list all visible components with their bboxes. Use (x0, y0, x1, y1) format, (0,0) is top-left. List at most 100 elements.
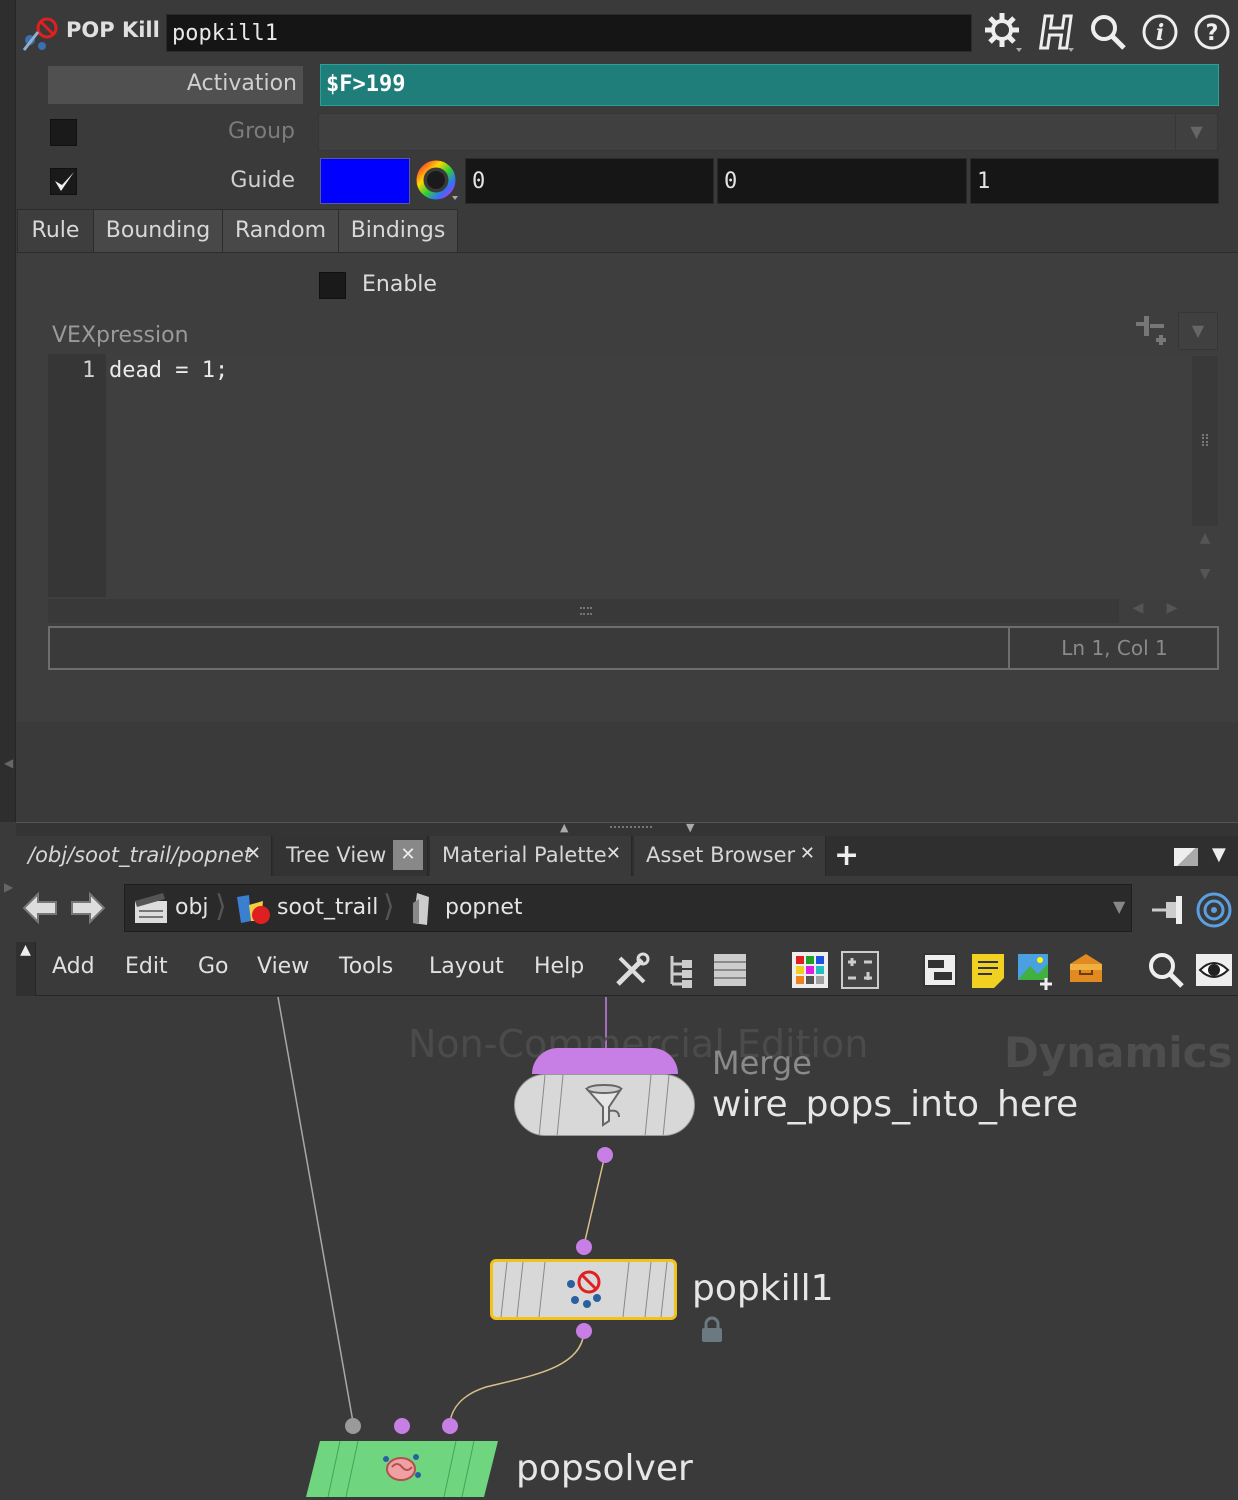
pop-kill-node-icon (20, 14, 60, 54)
tab-bounding[interactable]: Bounding (93, 209, 223, 253)
popsolver-input-dot-3[interactable] (442, 1418, 458, 1434)
find-node-search-icon[interactable] (1146, 950, 1186, 990)
guide-color-r-field[interactable]: 0 (465, 158, 714, 204)
checkmark-icon (55, 172, 74, 191)
maximize-pane-icon[interactable] (1174, 848, 1198, 866)
collapse-toolbar-arrow-icon[interactable]: ▲ (16, 942, 36, 996)
menu-tools[interactable]: Tools (339, 954, 393, 979)
pin-icon[interactable] (1150, 890, 1190, 930)
editor-horizontal-scrollbar[interactable] (48, 599, 1119, 623)
color-wheel-icon[interactable] (414, 158, 460, 204)
splitter-grip-icon (610, 826, 652, 831)
color-palette-icon[interactable] (790, 950, 830, 990)
scroll-right-arrow-icon[interactable]: ▶ (1158, 600, 1186, 622)
breadcrumb-soot-trail[interactable]: soot_trail (277, 895, 378, 920)
close-icon[interactable]: ✕ (246, 843, 261, 864)
tab-material-palette-label: Material Palette (442, 843, 607, 867)
background-image-icon[interactable] (1016, 950, 1056, 990)
tab-tree-view[interactable]: Tree View ✕ (274, 836, 428, 876)
guide-color-g-field[interactable]: 0 (717, 158, 967, 204)
node-name-field[interactable]: popkill1 (166, 14, 972, 52)
group-field[interactable]: ▼ (318, 113, 1218, 151)
tools-wrench-icon[interactable] (612, 950, 652, 990)
network-context-label: Dynamics (1004, 1028, 1233, 1077)
activation-field[interactable]: $F>199 (320, 64, 1219, 106)
vex-code-editor[interactable] (48, 354, 1220, 599)
help-icon[interactable]: ? (1190, 10, 1234, 54)
editor-vertical-scrollbar[interactable] (1192, 356, 1218, 526)
code-line-1[interactable]: dead = 1; (109, 358, 228, 383)
guide-color-swatch[interactable] (320, 158, 410, 204)
pane-splitter[interactable]: ▲ ▼ (16, 821, 1238, 836)
tree-layout-icon[interactable] (664, 950, 704, 990)
link-target-icon[interactable] (1194, 890, 1234, 930)
breadcrumb-popnet[interactable]: popnet (445, 895, 523, 920)
collapse-left-arrow-icon[interactable]: ▶ (4, 880, 13, 894)
popkill-node[interactable] (490, 1259, 677, 1320)
network-box-icon[interactable] (920, 950, 960, 990)
merge-node-name[interactable]: wire_pops_into_here (712, 1084, 1078, 1125)
snippet-menu-chevron-icon[interactable]: ▼ (1178, 312, 1218, 350)
forward-arrow-icon[interactable] (68, 888, 108, 928)
scroll-up-arrow-icon[interactable]: ▲ (1194, 530, 1216, 560)
tab-rule[interactable]: Rule (17, 209, 94, 253)
solver-brain-icon (378, 1445, 424, 1489)
search-icon[interactable] (1086, 10, 1130, 54)
sticky-note-icon[interactable] (968, 950, 1008, 990)
tab-bindings[interactable]: Bindings (338, 209, 458, 253)
menu-view[interactable]: View (257, 954, 309, 979)
splitter-down-arrow-icon[interactable]: ▼ (686, 821, 694, 834)
back-arrow-icon[interactable] (20, 888, 60, 928)
popsolver-input-dot-2[interactable] (394, 1418, 410, 1434)
tab-asset-browser[interactable]: Asset Browser ✕ (634, 836, 826, 876)
close-icon[interactable]: ✕ (606, 843, 621, 864)
list-view-icon[interactable] (710, 950, 750, 990)
shape-palette-icon[interactable] (840, 950, 880, 990)
collapse-left-arrow-icon[interactable]: ◀ (4, 756, 13, 770)
h-menu-icon[interactable] (1034, 10, 1078, 54)
menu-edit[interactable]: Edit (125, 954, 168, 979)
funnel-icon (581, 1083, 629, 1129)
popkill-node-name[interactable]: popkill1 (692, 1268, 834, 1309)
info-icon[interactable]: i (1138, 10, 1182, 54)
display-eye-icon[interactable] (1194, 950, 1234, 990)
vexpression-label: VEXpression (52, 323, 189, 348)
breadcrumb-dropdown-chevron-icon[interactable]: ▼ (1113, 897, 1125, 916)
popkill-input-dot[interactable] (576, 1239, 592, 1255)
enable-label: Enable (362, 272, 437, 297)
tab-random[interactable]: Random (222, 209, 339, 253)
close-icon[interactable]: ✕ (800, 843, 815, 864)
merge-output-dot[interactable] (597, 1147, 613, 1163)
tab-network-editor[interactable]: /obj/soot_trail/popnet ✕ (16, 836, 272, 876)
enable-checkbox[interactable] (319, 272, 346, 299)
lock-icon[interactable] (700, 1316, 724, 1344)
breadcrumb-obj[interactable]: obj (175, 895, 209, 920)
scroll-down-arrow-icon[interactable]: ▼ (1194, 566, 1216, 596)
editor-status-bar: Ln 1, Col 1 (48, 626, 1219, 670)
group-dropdown-chevron-icon[interactable]: ▼ (1175, 114, 1217, 150)
scroll-left-arrow-icon[interactable]: ◀ (1124, 600, 1152, 622)
menu-add[interactable]: Add (52, 954, 95, 979)
gear-icon[interactable] (982, 10, 1026, 54)
subnet-box-icon[interactable] (1066, 950, 1106, 990)
popsolver-node[interactable] (306, 1440, 498, 1498)
group-toggle-checkbox[interactable] (50, 119, 77, 146)
splitter-up-arrow-icon[interactable]: ▲ (560, 821, 568, 834)
popsolver-node-name[interactable]: popsolver (516, 1448, 693, 1489)
merge-input-bar[interactable] (532, 1048, 678, 1074)
popkill-output-dot[interactable] (576, 1323, 592, 1339)
snippet-add-icon[interactable] (1130, 312, 1172, 352)
pane-menu-chevron-icon[interactable]: ▼ (1212, 844, 1226, 865)
group-label: Group (228, 119, 295, 144)
guide-checkbox[interactable] (50, 168, 77, 195)
tab-material-palette[interactable]: Material Palette ✕ (430, 836, 632, 876)
guide-color-b-field[interactable]: 1 (970, 158, 1219, 204)
menu-layout[interactable]: Layout (429, 954, 504, 979)
add-tab-button[interactable]: + (834, 838, 859, 873)
tab-asset-browser-label: Asset Browser (646, 843, 796, 867)
menu-go[interactable]: Go (198, 954, 229, 979)
popsolver-input-dot-1[interactable] (345, 1418, 361, 1434)
merge-node[interactable] (514, 1074, 695, 1136)
menu-help[interactable]: Help (534, 954, 584, 979)
close-icon[interactable]: ✕ (393, 840, 423, 870)
